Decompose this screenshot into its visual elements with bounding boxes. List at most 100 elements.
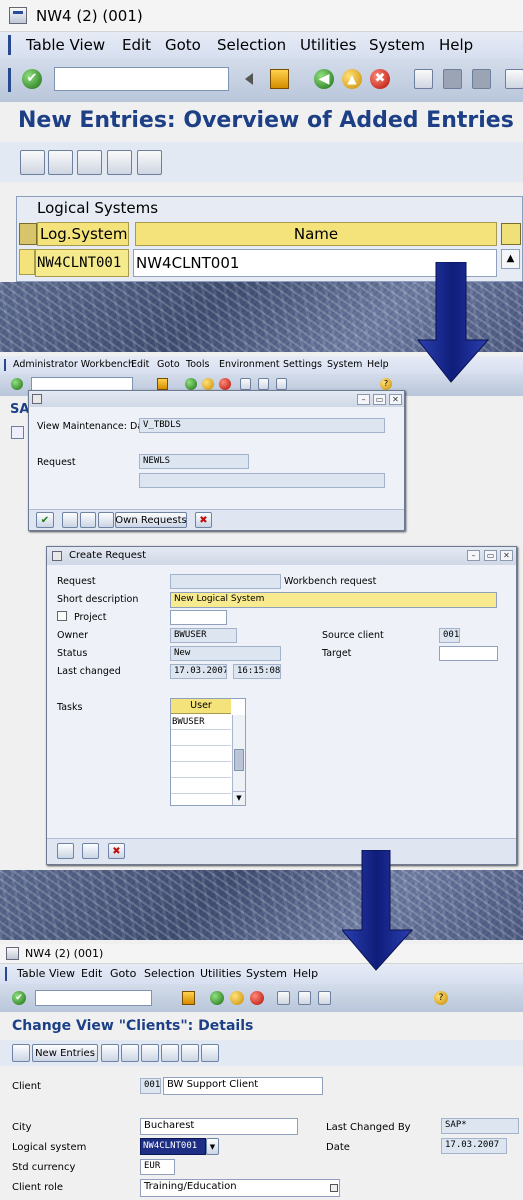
confirm-button[interactable]: ✔ (36, 512, 54, 528)
delete-button[interactable] (121, 1044, 139, 1062)
scroll-up-icon[interactable]: ▲ (501, 249, 520, 269)
find-icon-3[interactable] (298, 991, 311, 1005)
find-next-icon-3[interactable] (318, 991, 331, 1005)
print-icon-3[interactable] (277, 991, 290, 1005)
menu-edit[interactable]: Edit (122, 36, 151, 54)
cancel-icon-2[interactable] (219, 378, 231, 390)
deselect-all-icon[interactable] (137, 150, 162, 175)
menu-selection-3[interactable]: Selection (144, 967, 195, 980)
close-button-2[interactable]: ✕ (500, 550, 513, 561)
cancel-icon-3[interactable] (250, 991, 264, 1005)
maximize-button-2[interactable]: ▭ (484, 550, 497, 561)
row-selector[interactable] (19, 249, 35, 275)
project-field[interactable] (170, 610, 227, 625)
tasks-scrollbar[interactable]: ▼ (232, 715, 245, 805)
minimize-button[interactable]: – (357, 394, 370, 405)
close-button[interactable]: ✕ (389, 394, 402, 405)
menu-settings[interactable]: Settings (283, 359, 322, 370)
find-next-icon[interactable] (472, 69, 491, 89)
help-icon-3[interactable]: ? (434, 991, 448, 1005)
select-block-icon[interactable] (107, 150, 132, 175)
minimize-button-2[interactable]: – (467, 550, 480, 561)
task-row-empty[interactable] (171, 779, 231, 794)
scroll-thumb[interactable] (234, 749, 244, 771)
project-icon[interactable] (57, 611, 67, 621)
delete-entry-icon[interactable] (48, 150, 73, 175)
cancel-icon[interactable]: ✖ (370, 69, 390, 89)
menu-selection[interactable]: Selection (217, 36, 286, 54)
menu-goto-3[interactable]: Goto (110, 967, 136, 980)
copy-as-button[interactable] (101, 1044, 119, 1062)
dropdown-button[interactable]: ▼ (206, 1138, 219, 1155)
menu-edit-2[interactable]: Edit (131, 359, 149, 370)
menu-environment[interactable]: Environment (219, 359, 280, 370)
menu-tools[interactable]: Tools (186, 359, 209, 370)
task-row-empty[interactable] (171, 763, 231, 778)
maximize-button[interactable]: ▭ (373, 394, 386, 405)
command-field[interactable] (54, 67, 229, 91)
menu-utilities[interactable]: Utilities (300, 36, 356, 54)
undo-change-button[interactable] (141, 1044, 159, 1062)
menu-help-2[interactable]: Help (367, 359, 389, 370)
exit-icon-3[interactable] (230, 991, 244, 1005)
doc-button[interactable] (98, 512, 114, 528)
client-role-field[interactable]: Training/Education (140, 1179, 340, 1197)
short-description-field[interactable]: New Logical System (170, 592, 497, 608)
print-icon-2[interactable] (240, 378, 251, 390)
table-settings-icon[interactable] (19, 223, 37, 245)
cancel-button-2[interactable]: ✖ (108, 843, 125, 859)
task-row-user[interactable]: BWUSER (171, 715, 231, 730)
menu-goto[interactable]: Goto (165, 36, 201, 54)
col-header-name[interactable]: Name (135, 222, 497, 246)
cancel-button[interactable]: ✖ (195, 512, 212, 528)
menu-goto-2[interactable]: Goto (157, 359, 180, 370)
other-entry-button[interactable] (201, 1044, 219, 1062)
menu-help[interactable]: Help (439, 36, 473, 54)
scroll-down-icon[interactable]: ▼ (233, 791, 245, 803)
new-entries-button[interactable]: New Entries (32, 1044, 98, 1062)
city-field[interactable]: Bucharest (140, 1118, 298, 1135)
column-config-icon[interactable] (501, 223, 521, 245)
command-field-3[interactable] (35, 990, 152, 1006)
std-currency-field[interactable]: EUR (140, 1159, 175, 1175)
menu-system[interactable]: System (369, 36, 425, 54)
create-request-button[interactable] (62, 512, 78, 528)
menu-admin-workbench[interactable]: Administrator Workbench (13, 359, 134, 370)
command-field-2[interactable] (31, 377, 133, 391)
menu-table-view[interactable]: Table View (26, 36, 105, 54)
target-field[interactable] (439, 646, 498, 661)
task-row-empty[interactable] (171, 747, 231, 762)
exit-icon[interactable]: ▲ (342, 69, 362, 89)
next-entry-button[interactable] (181, 1044, 199, 1062)
exit-icon-2[interactable] (202, 378, 214, 390)
select-all-icon[interactable] (77, 150, 102, 175)
find-icon[interactable] (443, 69, 462, 89)
user-column-header[interactable]: User (171, 699, 231, 714)
find-icon-2[interactable] (258, 378, 269, 390)
save-icon-2[interactable] (157, 378, 168, 390)
first-page-icon[interactable] (505, 69, 523, 89)
request-field[interactable]: NEWLS (139, 454, 249, 469)
own-requests-button[interactable]: Own Requests (115, 512, 187, 528)
menu-system-2[interactable]: System (327, 359, 362, 370)
menu-help-3[interactable]: Help (293, 967, 318, 980)
client-role-dropdown-icon[interactable] (330, 1184, 338, 1192)
task-row-empty[interactable] (171, 731, 231, 746)
enter-icon-3[interactable]: ✔ (12, 991, 26, 1005)
client-name-field[interactable]: BW Support Client (163, 1077, 323, 1095)
command-history-icon[interactable] (245, 73, 253, 85)
save-request-button[interactable] (80, 512, 96, 528)
menu-table-view-3[interactable]: Table View (17, 967, 75, 980)
local-save-button[interactable] (82, 843, 99, 859)
save-icon-3[interactable] (182, 991, 195, 1005)
display-change-button[interactable] (12, 1044, 30, 1062)
print-icon[interactable] (414, 69, 433, 89)
save-icon[interactable] (270, 69, 289, 89)
find-next-icon-2[interactable] (276, 378, 287, 390)
menu-utilities-3[interactable]: Utilities (200, 967, 241, 980)
col-header-log-system[interactable]: Log.System (37, 222, 129, 246)
enter-icon-2[interactable] (11, 378, 23, 390)
back-icon-2[interactable] (185, 378, 197, 390)
change-display-icon[interactable] (20, 150, 45, 175)
save-button[interactable] (57, 843, 74, 859)
